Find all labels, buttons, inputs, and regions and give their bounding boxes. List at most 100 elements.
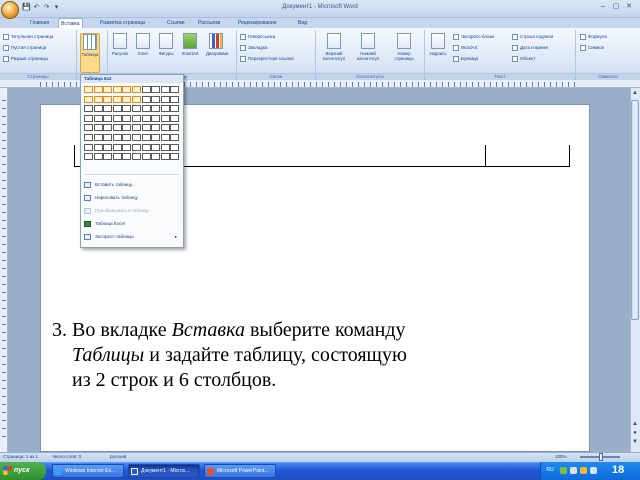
footer-button[interactable]: Нижний колонтитул: [354, 33, 382, 73]
table-grid-cell[interactable]: [112, 143, 122, 151]
table-grid-cell[interactable]: [103, 134, 113, 141]
table-grid-cell[interactable]: [170, 114, 180, 122]
table-grid-cell[interactable]: [84, 114, 93, 122]
table-grid-cell[interactable]: [122, 86, 132, 93]
table-grid-cell[interactable]: [170, 86, 180, 93]
object-button[interactable]: Объект: [512, 55, 535, 62]
table-grid-cell[interactable]: [122, 95, 132, 103]
cross-reference-button[interactable]: Перекрестная ссылка: [240, 55, 294, 62]
cover-page-button[interactable]: Титульная страница: [3, 33, 53, 40]
table-grid-cell[interactable]: [160, 134, 170, 141]
quick-tables-item[interactable]: Экспресс-таблицы ▸: [81, 231, 183, 243]
table-grid-cell[interactable]: [84, 95, 93, 103]
scroll-up-icon[interactable]: ▲: [631, 89, 639, 97]
table-grid-cell[interactable]: [151, 134, 161, 141]
blank-page-button[interactable]: Пустая страница: [3, 44, 46, 51]
table-grid-cell[interactable]: [141, 153, 151, 161]
scroll-thumb[interactable]: [631, 100, 639, 320]
table-grid-cell[interactable]: [141, 143, 151, 151]
table-grid-cell[interactable]: [132, 114, 141, 122]
table-grid-cell[interactable]: [103, 114, 113, 122]
table-grid-cell[interactable]: [170, 153, 180, 161]
signature-line-button[interactable]: Строка подписи: [512, 33, 553, 40]
bookmark-button[interactable]: Закладка: [240, 44, 268, 51]
table-button[interactable]: Таблица: [80, 33, 100, 73]
quick-parts-button[interactable]: Экспресс-блоки: [453, 33, 494, 40]
table-grid-cell[interactable]: [84, 134, 93, 141]
wordart-button[interactable]: WordArt: [453, 44, 477, 51]
save-icon[interactable]: 💾: [22, 4, 31, 12]
tab-view[interactable]: Вид: [296, 18, 309, 28]
volume-icon[interactable]: [570, 467, 577, 474]
shapes-button[interactable]: Фигуры: [156, 33, 176, 73]
smartart-button[interactable]: SmartArt: [180, 33, 200, 73]
zoom-knob[interactable]: [599, 453, 603, 461]
redo-icon[interactable]: ↷: [42, 4, 51, 12]
prev-page-icon[interactable]: ▲: [631, 420, 639, 428]
date-time-button[interactable]: Дата и время: [512, 44, 548, 51]
page-break-button[interactable]: Разрыв страницы: [3, 55, 48, 62]
table-grid-cell[interactable]: [132, 86, 141, 93]
table-grid-cell[interactable]: [93, 95, 103, 103]
language-indicator[interactable]: RU: [545, 467, 555, 474]
table-grid-cell[interactable]: [84, 105, 93, 113]
table-grid-cell[interactable]: [151, 153, 161, 161]
table-grid-cell[interactable]: [103, 95, 113, 103]
table-grid-cell[interactable]: [112, 105, 122, 113]
table-grid-cell[interactable]: [112, 134, 122, 141]
table-grid-cell[interactable]: [103, 143, 113, 151]
table-grid-cell[interactable]: [132, 105, 141, 113]
chart-button[interactable]: Диаграмма: [206, 33, 228, 73]
table-grid-cell[interactable]: [122, 153, 132, 161]
network-icon[interactable]: [560, 467, 567, 474]
table-grid-cell[interactable]: [122, 114, 132, 122]
table-grid-cell[interactable]: [122, 134, 132, 141]
table-grid-cell[interactable]: [160, 124, 170, 132]
table-grid-cell[interactable]: [93, 143, 103, 151]
taskbar-item-powerpoint[interactable]: Microsoft PowerPoint...: [204, 464, 276, 478]
page-number-button[interactable]: Номер страницы: [390, 33, 418, 73]
table-grid-cell[interactable]: [112, 124, 122, 132]
taskbar-item-ie[interactable]: Windows Internet Ex...: [52, 464, 124, 478]
tab-references[interactable]: Ссылки: [165, 18, 187, 28]
status-page[interactable]: Страница: 1 из 1: [3, 453, 38, 461]
status-language[interactable]: русский: [110, 453, 126, 461]
table-grid-cell[interactable]: [93, 86, 103, 93]
table-grid-cell[interactable]: [151, 143, 161, 151]
table-grid-cell[interactable]: [160, 114, 170, 122]
table-grid-cell[interactable]: [170, 95, 180, 103]
table-grid-cell[interactable]: [103, 105, 113, 113]
undo-icon[interactable]: ↶: [32, 4, 41, 12]
table-grid-cell[interactable]: [141, 134, 151, 141]
tab-page-layout[interactable]: Разметка страницы: [98, 18, 147, 28]
table-grid-cell[interactable]: [141, 105, 151, 113]
table-grid-cell[interactable]: [122, 143, 132, 151]
table-grid-cell[interactable]: [160, 105, 170, 113]
security-icon[interactable]: [580, 467, 587, 474]
table-grid-cell[interactable]: [84, 124, 93, 132]
picture-button[interactable]: Рисунок: [110, 33, 130, 73]
draw-table-item[interactable]: Нарисовать таблицу: [81, 192, 183, 204]
maximize-button[interactable]: ▢: [610, 2, 622, 12]
table-grid-cell[interactable]: [103, 124, 113, 132]
dropcap-button[interactable]: Буквица: [453, 55, 478, 62]
symbol-button[interactable]: Символ: [580, 44, 604, 51]
table-size-grid[interactable]: [84, 86, 180, 164]
insert-table-item[interactable]: Вставить таблицу...: [81, 179, 183, 191]
table-grid-cell[interactable]: [170, 134, 180, 141]
taskbar-item-word[interactable]: Документ1 - Micros...: [128, 464, 200, 478]
table-grid-cell[interactable]: [122, 124, 132, 132]
tab-home[interactable]: Главная: [28, 18, 51, 28]
tab-mailings[interactable]: Рассылки: [196, 18, 222, 28]
browse-object-icon[interactable]: ●: [631, 429, 639, 437]
table-grid-cell[interactable]: [160, 86, 170, 93]
table-grid-cell[interactable]: [160, 95, 170, 103]
office-button[interactable]: [1, 1, 19, 19]
table-grid-cell[interactable]: [141, 95, 151, 103]
table-grid-cell[interactable]: [112, 95, 122, 103]
table-grid-cell[interactable]: [160, 153, 170, 161]
table-grid-cell[interactable]: [112, 114, 122, 122]
tab-review[interactable]: Рецензирование: [236, 18, 279, 28]
table-grid-cell[interactable]: [84, 86, 93, 93]
table-grid-cell[interactable]: [112, 153, 122, 161]
